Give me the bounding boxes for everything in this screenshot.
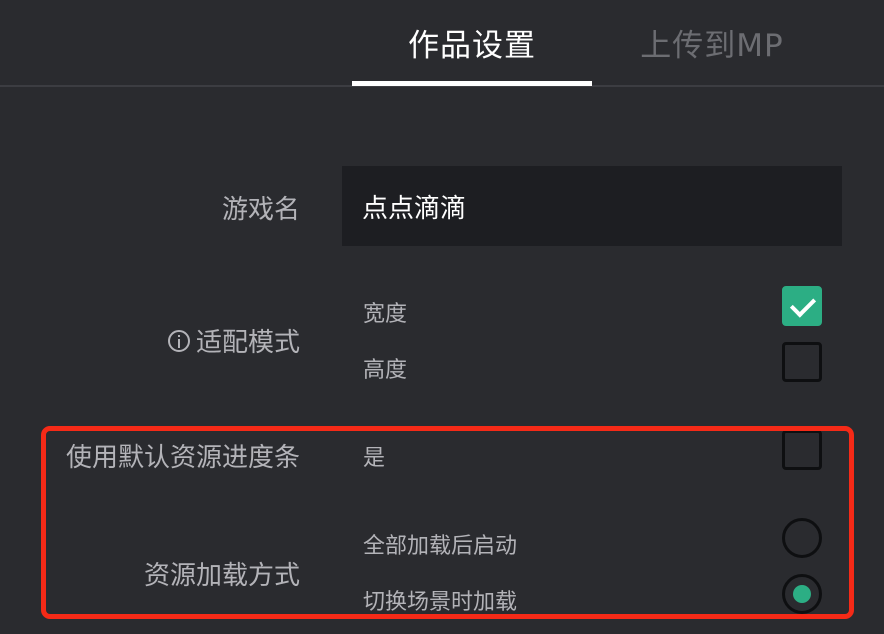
default-progress-bar-label: 使用默认资源进度条 xyxy=(66,437,300,474)
resource-loading-label: 资源加载方式 xyxy=(144,555,300,592)
adapt-mode-option-width-label: 宽度 xyxy=(363,302,408,327)
adapt-mode-label: 适配模式 xyxy=(167,322,300,359)
adapt-mode-option-height-label: 高度 xyxy=(363,358,408,383)
tab-upload-mp[interactable]: 上传到MP xyxy=(612,0,812,85)
resource-loading-label-text: 资源加载方式 xyxy=(143,561,300,591)
default-progress-bar-label-text: 使用默认资源进度条 xyxy=(65,443,300,473)
radio-dot-icon xyxy=(793,585,811,603)
adapt-mode-label-text: 适配模式 xyxy=(195,328,300,358)
adapt-width-checkbox[interactable] xyxy=(782,286,822,326)
info-icon[interactable] xyxy=(167,329,190,352)
tab-bar: 作品设置 上传到MP xyxy=(0,0,884,87)
load-all-option-label: 全部加载后启动 xyxy=(363,534,518,559)
adapt-height-checkbox[interactable] xyxy=(782,342,822,382)
default-progress-bar-option-label: 是 xyxy=(363,446,386,471)
load-on-scene-switch-option-label: 切换场景时加载 xyxy=(363,590,518,615)
game-name-label: 游戏名 xyxy=(222,189,300,226)
check-icon xyxy=(789,291,817,318)
default-progress-bar-checkbox[interactable] xyxy=(782,430,822,470)
game-name-input[interactable] xyxy=(342,166,842,246)
load-on-scene-switch-radio[interactable] xyxy=(782,574,822,614)
active-tab-indicator xyxy=(352,81,592,86)
game-name-label-text: 游戏名 xyxy=(221,195,300,225)
load-all-radio[interactable] xyxy=(782,518,822,558)
tab-settings[interactable]: 作品设置 xyxy=(352,0,592,85)
